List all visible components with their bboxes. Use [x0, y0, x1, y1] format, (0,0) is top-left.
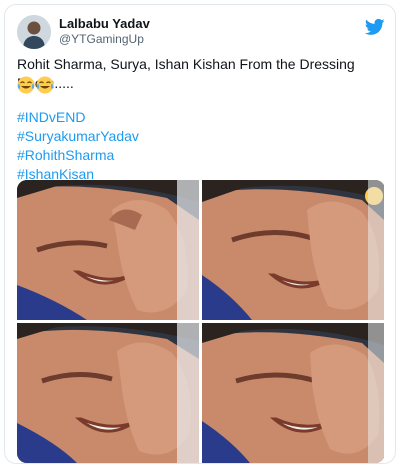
author-info[interactable]: Lalbabu Yadav @YTGamingUp	[59, 16, 150, 47]
author-avatar[interactable]	[17, 15, 51, 49]
crying-face-photo-icon	[17, 323, 199, 463]
hashtag-link[interactable]: #INDvEND	[17, 108, 139, 127]
crying-face-photo-icon	[202, 323, 384, 463]
media-image-2[interactable]	[202, 180, 384, 320]
media-grid	[17, 180, 385, 463]
tweet-card[interactable]: Lalbabu Yadav @YTGamingUp Rohit Sharma, …	[4, 4, 396, 464]
author-handle[interactable]: @YTGamingUp	[59, 32, 150, 47]
media-image-4[interactable]	[202, 323, 384, 463]
user-avatar-icon	[17, 15, 51, 49]
crying-face-photo-icon	[202, 180, 384, 320]
crying-face-photo-icon	[17, 180, 199, 320]
media-image-1[interactable]	[17, 180, 199, 320]
hashtag-link[interactable]: #SuryakumarYadav	[17, 127, 139, 146]
hashtag-link[interactable]: #RohithSharma	[17, 146, 139, 165]
tears-of-joy-emoji-icon	[17, 76, 35, 94]
tweet-text: Rohit Sharma, Surya, Ishan Kishan From t…	[17, 56, 355, 91]
author-display-name[interactable]: Lalbabu Yadav	[59, 16, 150, 32]
hashtag-list: #INDvEND #SuryakumarYadav #RohithSharma …	[17, 108, 139, 184]
emoji-row	[17, 76, 54, 94]
media-image-3[interactable]	[17, 323, 199, 463]
twitter-bird-icon[interactable]	[365, 17, 385, 37]
tears-of-joy-emoji-icon	[36, 76, 54, 94]
